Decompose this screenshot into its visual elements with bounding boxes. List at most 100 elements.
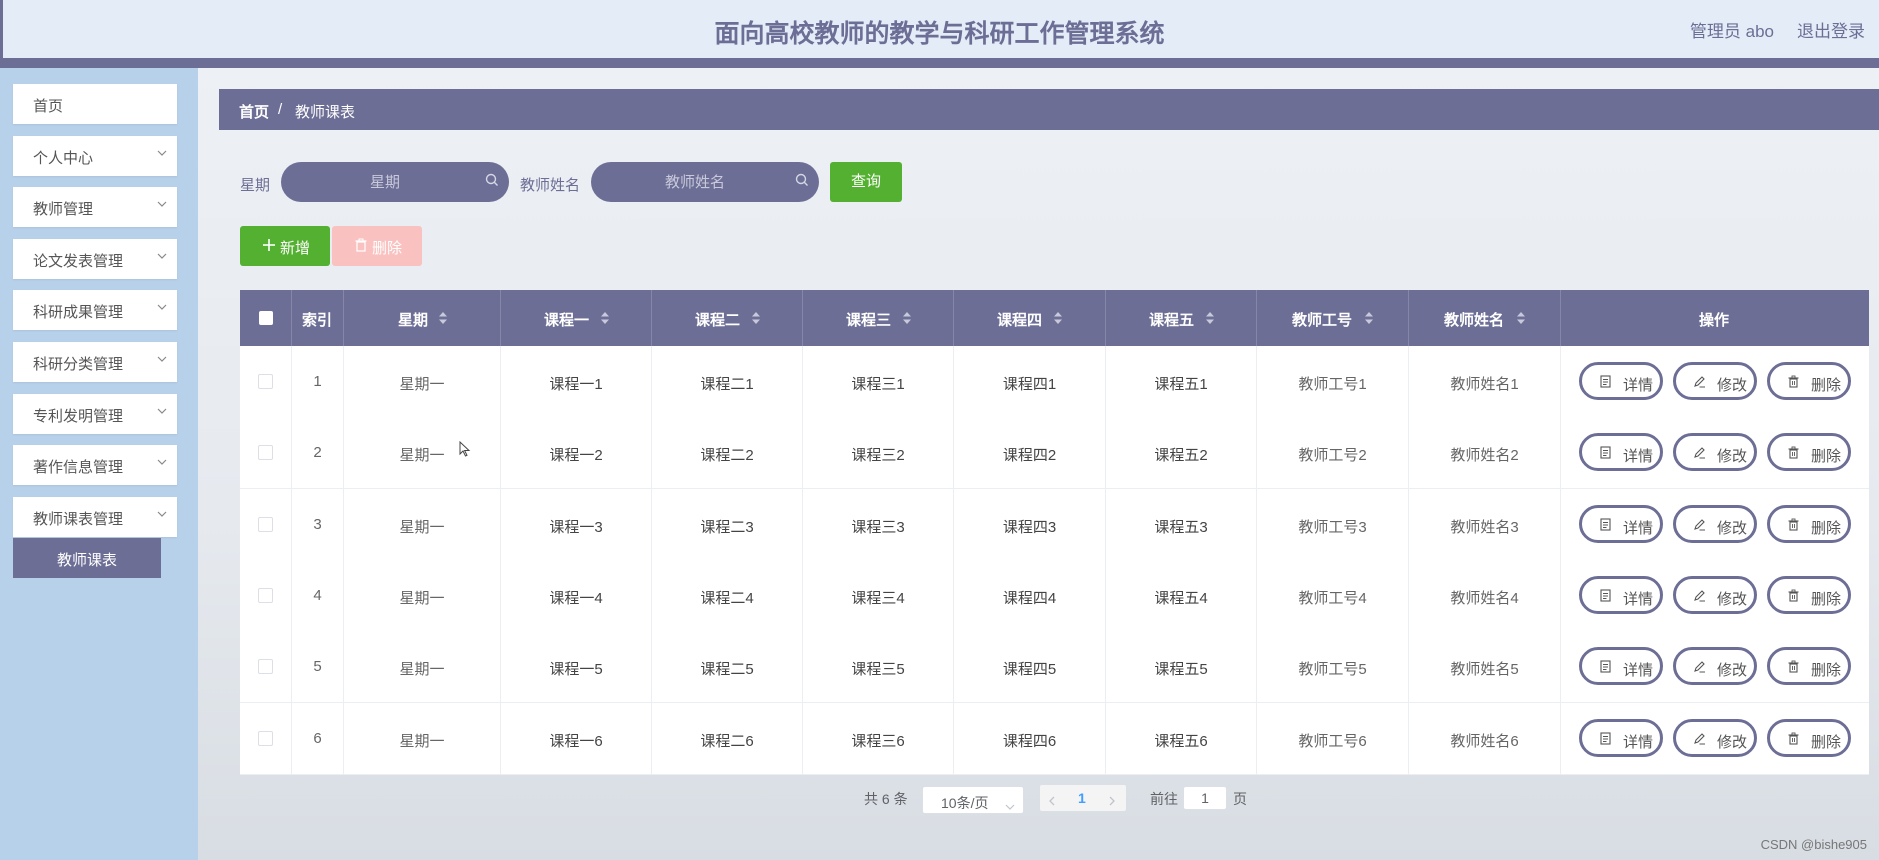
- schedule-table: 索引 星期 课程一 课程二 课程三 课程四 课程五 教师工号 教师姓名 操作 1 星期一 课程一1 课程…: [240, 290, 1869, 775]
- sort-icon[interactable]: [600, 310, 610, 326]
- query-button[interactable]: 查询: [830, 162, 902, 202]
- row-checkbox[interactable]: [258, 445, 273, 461]
- row-checkbox[interactable]: [258, 587, 273, 603]
- pager: 1: [1040, 785, 1126, 811]
- row-checkbox[interactable]: [258, 659, 273, 675]
- prev-page-icon[interactable]: [1048, 793, 1056, 810]
- batch-delete-button[interactable]: 删除: [332, 226, 422, 266]
- delete-button[interactable]: 删除: [1767, 504, 1851, 543]
- page-number[interactable]: 1: [1078, 790, 1086, 806]
- select-all-checkbox[interactable]: [259, 311, 273, 325]
- delete-button[interactable]: 删除: [1767, 362, 1851, 400]
- column-header-course-5[interactable]: 课程五: [1106, 290, 1257, 346]
- cell-index: 3: [292, 488, 344, 560]
- column-header-course-2[interactable]: 课程二: [652, 290, 803, 346]
- detail-button-label: 详情: [1622, 733, 1653, 751]
- column-header-weekday[interactable]: 星期: [344, 290, 501, 346]
- cell-teacher-id: 教师工号3: [1257, 488, 1409, 560]
- edit-button[interactable]: 修改: [1673, 575, 1757, 614]
- document-icon: [1599, 589, 1612, 602]
- row-checkbox[interactable]: [258, 374, 273, 389]
- cell-course-3: 课程三1: [803, 346, 954, 417]
- cell-course-2: 课程二1: [652, 346, 803, 417]
- cell-text: 课程五2: [1154, 447, 1208, 465]
- column-header-actions: 操作: [1561, 290, 1869, 346]
- edit-button-label: 修改: [1716, 519, 1747, 537]
- sort-icon[interactable]: [1205, 310, 1215, 326]
- logout-link[interactable]: 退出登录: [1797, 17, 1865, 42]
- cell-teacher-name: 教师姓名3: [1409, 488, 1561, 560]
- sort-icon[interactable]: [902, 310, 912, 326]
- search-icon: [794, 172, 810, 188]
- cell-course-5: 课程五1: [1106, 346, 1257, 417]
- edit-button[interactable]: 修改: [1673, 433, 1757, 472]
- sidebar-item-teacher-schedule-management[interactable]: 教师课表管理: [13, 496, 177, 537]
- chevron-down-icon: [157, 253, 167, 261]
- column-header-course-1[interactable]: 课程一: [501, 290, 652, 346]
- sidebar-item-personal-center[interactable]: 个人中心: [13, 135, 177, 176]
- delete-button-label: 删除: [1810, 733, 1841, 751]
- cell-text: 课程五5: [1154, 661, 1208, 679]
- cell-text: 教师工号1: [1298, 376, 1367, 393]
- cell-weekday: 星期一: [344, 488, 501, 560]
- search-icon: [484, 172, 500, 188]
- sort-icon[interactable]: [1053, 310, 1063, 326]
- cell-index: 5: [292, 631, 344, 703]
- sort-icon[interactable]: [438, 310, 448, 326]
- detail-button[interactable]: 详情: [1579, 433, 1663, 472]
- cell-actions: 详情 修改 删除: [1561, 489, 1869, 560]
- detail-button-label: 详情: [1622, 590, 1653, 608]
- edit-button[interactable]: 修改: [1673, 718, 1757, 757]
- breadcrumb-home[interactable]: 首页: [239, 101, 269, 122]
- weekday-search-input[interactable]: [281, 162, 509, 202]
- sort-icon[interactable]: [1364, 310, 1374, 326]
- document-icon: [1599, 660, 1612, 673]
- edit-button[interactable]: 修改: [1673, 504, 1757, 543]
- submenu-item-teacher-schedule[interactable]: 教师课表: [13, 538, 161, 578]
- cell-text: 课程五3: [1154, 518, 1208, 536]
- sidebar-item-research-category[interactable]: 科研分类管理: [13, 342, 177, 382]
- next-page-icon[interactable]: [1108, 793, 1116, 810]
- teacher-name-search-input[interactable]: [591, 162, 819, 202]
- row-checkbox[interactable]: [258, 516, 273, 532]
- delete-button[interactable]: 删除: [1767, 575, 1851, 614]
- chevron-down-icon: [157, 201, 167, 209]
- page-size-select[interactable]: 10条/页: [922, 786, 1024, 814]
- top-header: 面向高校教师的教学与科研工作管理系统 管理员 abo 退出登录: [0, 0, 1879, 68]
- column-header-course-3[interactable]: 课程三: [803, 290, 954, 346]
- cell-course-1: 课程一3: [501, 488, 652, 560]
- chevron-down-icon: [157, 511, 167, 519]
- cell-course-4: 课程四3: [954, 488, 1106, 560]
- sidebar-item-research-results[interactable]: 科研成果管理: [13, 290, 177, 331]
- detail-button[interactable]: 详情: [1579, 575, 1663, 614]
- cell-course-5: 课程五6: [1106, 702, 1257, 774]
- cell-teacher-id: 教师工号5: [1257, 631, 1409, 703]
- sidebar-item-patent-management[interactable]: 专利发明管理: [13, 393, 177, 434]
- detail-button[interactable]: 详情: [1579, 647, 1663, 686]
- delete-button[interactable]: 删除: [1767, 647, 1851, 686]
- sidebar-item-book-info[interactable]: 著作信息管理: [13, 445, 177, 486]
- detail-button[interactable]: 详情: [1579, 504, 1663, 543]
- cell-text: 教师姓名1: [1450, 376, 1519, 393]
- column-header-teacher-name[interactable]: 教师姓名: [1409, 290, 1561, 346]
- delete-button[interactable]: 删除: [1767, 433, 1851, 472]
- sort-icon[interactable]: [1516, 310, 1526, 326]
- sidebar-item-teacher-management[interactable]: 教师管理: [13, 187, 177, 228]
- edit-button[interactable]: 修改: [1673, 647, 1757, 686]
- sidebar-item-paper-management[interactable]: 论文发表管理: [13, 238, 177, 279]
- edit-button[interactable]: 修改: [1673, 362, 1757, 400]
- edit-button-label: 修改: [1716, 662, 1747, 680]
- column-header-teacher-id[interactable]: 教师工号: [1257, 290, 1409, 346]
- add-button[interactable]: 新增: [240, 226, 330, 266]
- detail-button[interactable]: 详情: [1579, 718, 1663, 757]
- cell-teacher-name: 教师姓名2: [1409, 417, 1561, 489]
- detail-button[interactable]: 详情: [1579, 362, 1663, 400]
- column-header-course-4[interactable]: 课程四: [954, 290, 1106, 346]
- sidebar-item-home[interactable]: 首页: [13, 84, 177, 124]
- delete-button[interactable]: 删除: [1767, 718, 1851, 757]
- cell-course-5: 课程五3: [1106, 488, 1257, 560]
- cell-text: 教师姓名2: [1450, 447, 1519, 465]
- sort-icon[interactable]: [751, 310, 761, 326]
- goto-page-input[interactable]: [1183, 786, 1227, 810]
- row-checkbox[interactable]: [258, 730, 273, 746]
